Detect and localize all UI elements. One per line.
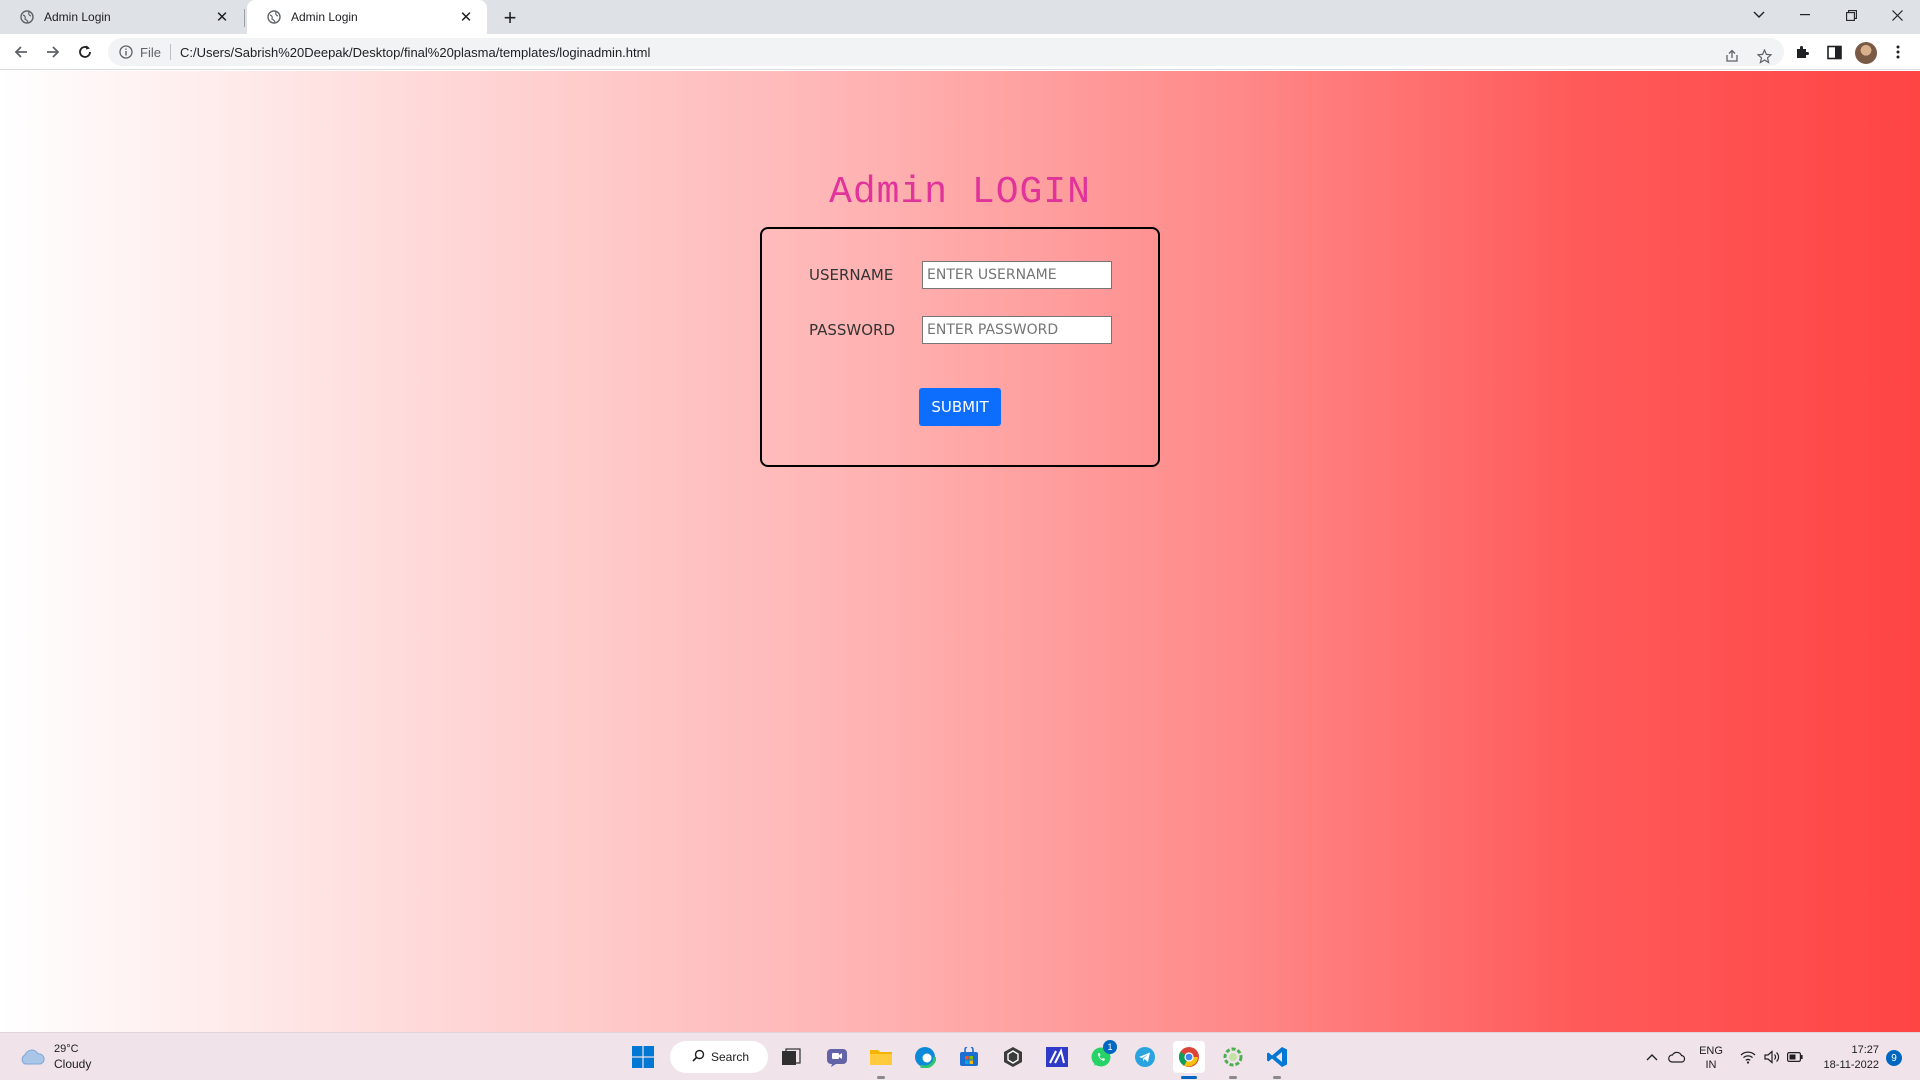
submit-button[interactable]: SUBMIT [919,388,1001,426]
ring-app-icon[interactable] [1217,1041,1249,1073]
info-icon[interactable] [118,44,134,60]
scheme-label: File [140,44,161,60]
edge-icon[interactable] [909,1041,941,1073]
minimize-icon[interactable] [1782,0,1828,30]
search-label: Search [711,1050,750,1064]
login-form: USERNAME PASSWORD SUBMIT [760,227,1160,467]
globe-icon [267,10,281,24]
onedrive-icon[interactable] [1667,1047,1687,1067]
page-background: Admin LOGIN USERNAME PASSWORD SUBMIT [0,71,1920,1032]
window-close-icon[interactable] [1874,0,1920,30]
system-clock[interactable]: 17:27 18-11-2022 [1815,1043,1879,1073]
extensions-icon[interactable] [1788,38,1816,66]
globe-icon [20,10,34,24]
tab-admin-login-1[interactable]: Admin Login ✕ [0,0,243,34]
weather-condition: Cloudy [54,1057,92,1071]
chrome-icon[interactable] [1173,1041,1205,1073]
username-input[interactable] [922,261,1112,289]
address-bar[interactable]: File C:/Users/Sabrish%20Deepak/Desktop/f… [108,38,1784,66]
password-input[interactable] [922,316,1112,344]
weather-widget[interactable]: 29°C Cloudy [18,1042,91,1072]
taskbar: 29°C Cloudy Search 1 ENG IN 17:27 18-11-… [0,1032,1920,1080]
restore-icon[interactable] [1828,0,1874,30]
tab-admin-login-2[interactable]: Admin Login ✕ [247,0,487,34]
wifi-icon[interactable] [1738,1047,1758,1067]
running-indicator [1229,1076,1237,1079]
close-icon[interactable]: ✕ [213,8,231,26]
tab-search-icon[interactable] [1736,0,1782,30]
weather-temperature: 29°C [54,1043,79,1055]
close-icon[interactable]: ✕ [457,8,475,26]
active-app-indicator [1181,1076,1197,1079]
menu-dots-icon[interactable] [1884,38,1912,66]
profile-avatar[interactable] [1855,42,1877,64]
clock-date: 18-11-2022 [1823,1059,1879,1071]
file-explorer-icon[interactable] [865,1041,897,1073]
page-title: Admin LOGIN [829,171,1091,214]
visual-studio-app-icon[interactable] [1041,1041,1073,1073]
new-tab-button[interactable]: + [496,4,524,32]
microsoft-store-icon[interactable] [953,1041,985,1073]
browser-toolbar: File C:/Users/Sabrish%20Deepak/Desktop/f… [0,34,1920,70]
whatsapp-badge: 1 [1103,1040,1117,1054]
back-arrow-icon[interactable] [7,38,35,66]
unity-icon[interactable] [997,1041,1029,1073]
forward-arrow-icon[interactable] [39,38,67,66]
url-text[interactable]: C:/Users/Sabrish%20Deepak/Desktop/final%… [180,45,650,60]
chevron-up-icon[interactable] [1642,1047,1662,1067]
username-label: USERNAME [809,266,894,284]
vscode-icon[interactable] [1261,1041,1293,1073]
reload-icon[interactable] [71,38,99,66]
task-view-icon[interactable] [775,1041,807,1073]
password-label: PASSWORD [809,321,896,339]
windows-start-icon[interactable] [627,1041,659,1073]
clock-time: 17:27 [1851,1044,1879,1056]
username-row: USERNAME [809,261,1112,289]
tab-strip: Admin Login ✕ Admin Login ✕ + [0,0,1920,34]
share-icon[interactable] [1720,44,1744,68]
star-icon[interactable] [1752,44,1776,68]
telegram-icon[interactable] [1129,1041,1161,1073]
teams-chat-icon[interactable] [821,1041,853,1073]
tab-title: Admin Login [44,10,111,24]
side-panel-icon[interactable] [1820,38,1848,66]
omnibox-divider [169,44,171,60]
taskbar-search[interactable]: Search [670,1041,768,1073]
language-line-2: IN [1705,1059,1717,1071]
search-icon [692,1049,705,1065]
password-row: PASSWORD [809,316,1112,344]
tab-title: Admin Login [291,10,358,24]
notification-badge[interactable]: 9 [1886,1050,1902,1066]
running-indicator [1273,1076,1281,1079]
language-line-1: ENG [1699,1045,1723,1057]
language-indicator[interactable]: ENG IN [1697,1044,1725,1072]
cloud-icon [21,1049,45,1065]
battery-icon[interactable] [1785,1047,1805,1067]
running-indicator [877,1076,885,1079]
tab-separator [244,9,245,27]
volume-icon[interactable] [1762,1047,1782,1067]
